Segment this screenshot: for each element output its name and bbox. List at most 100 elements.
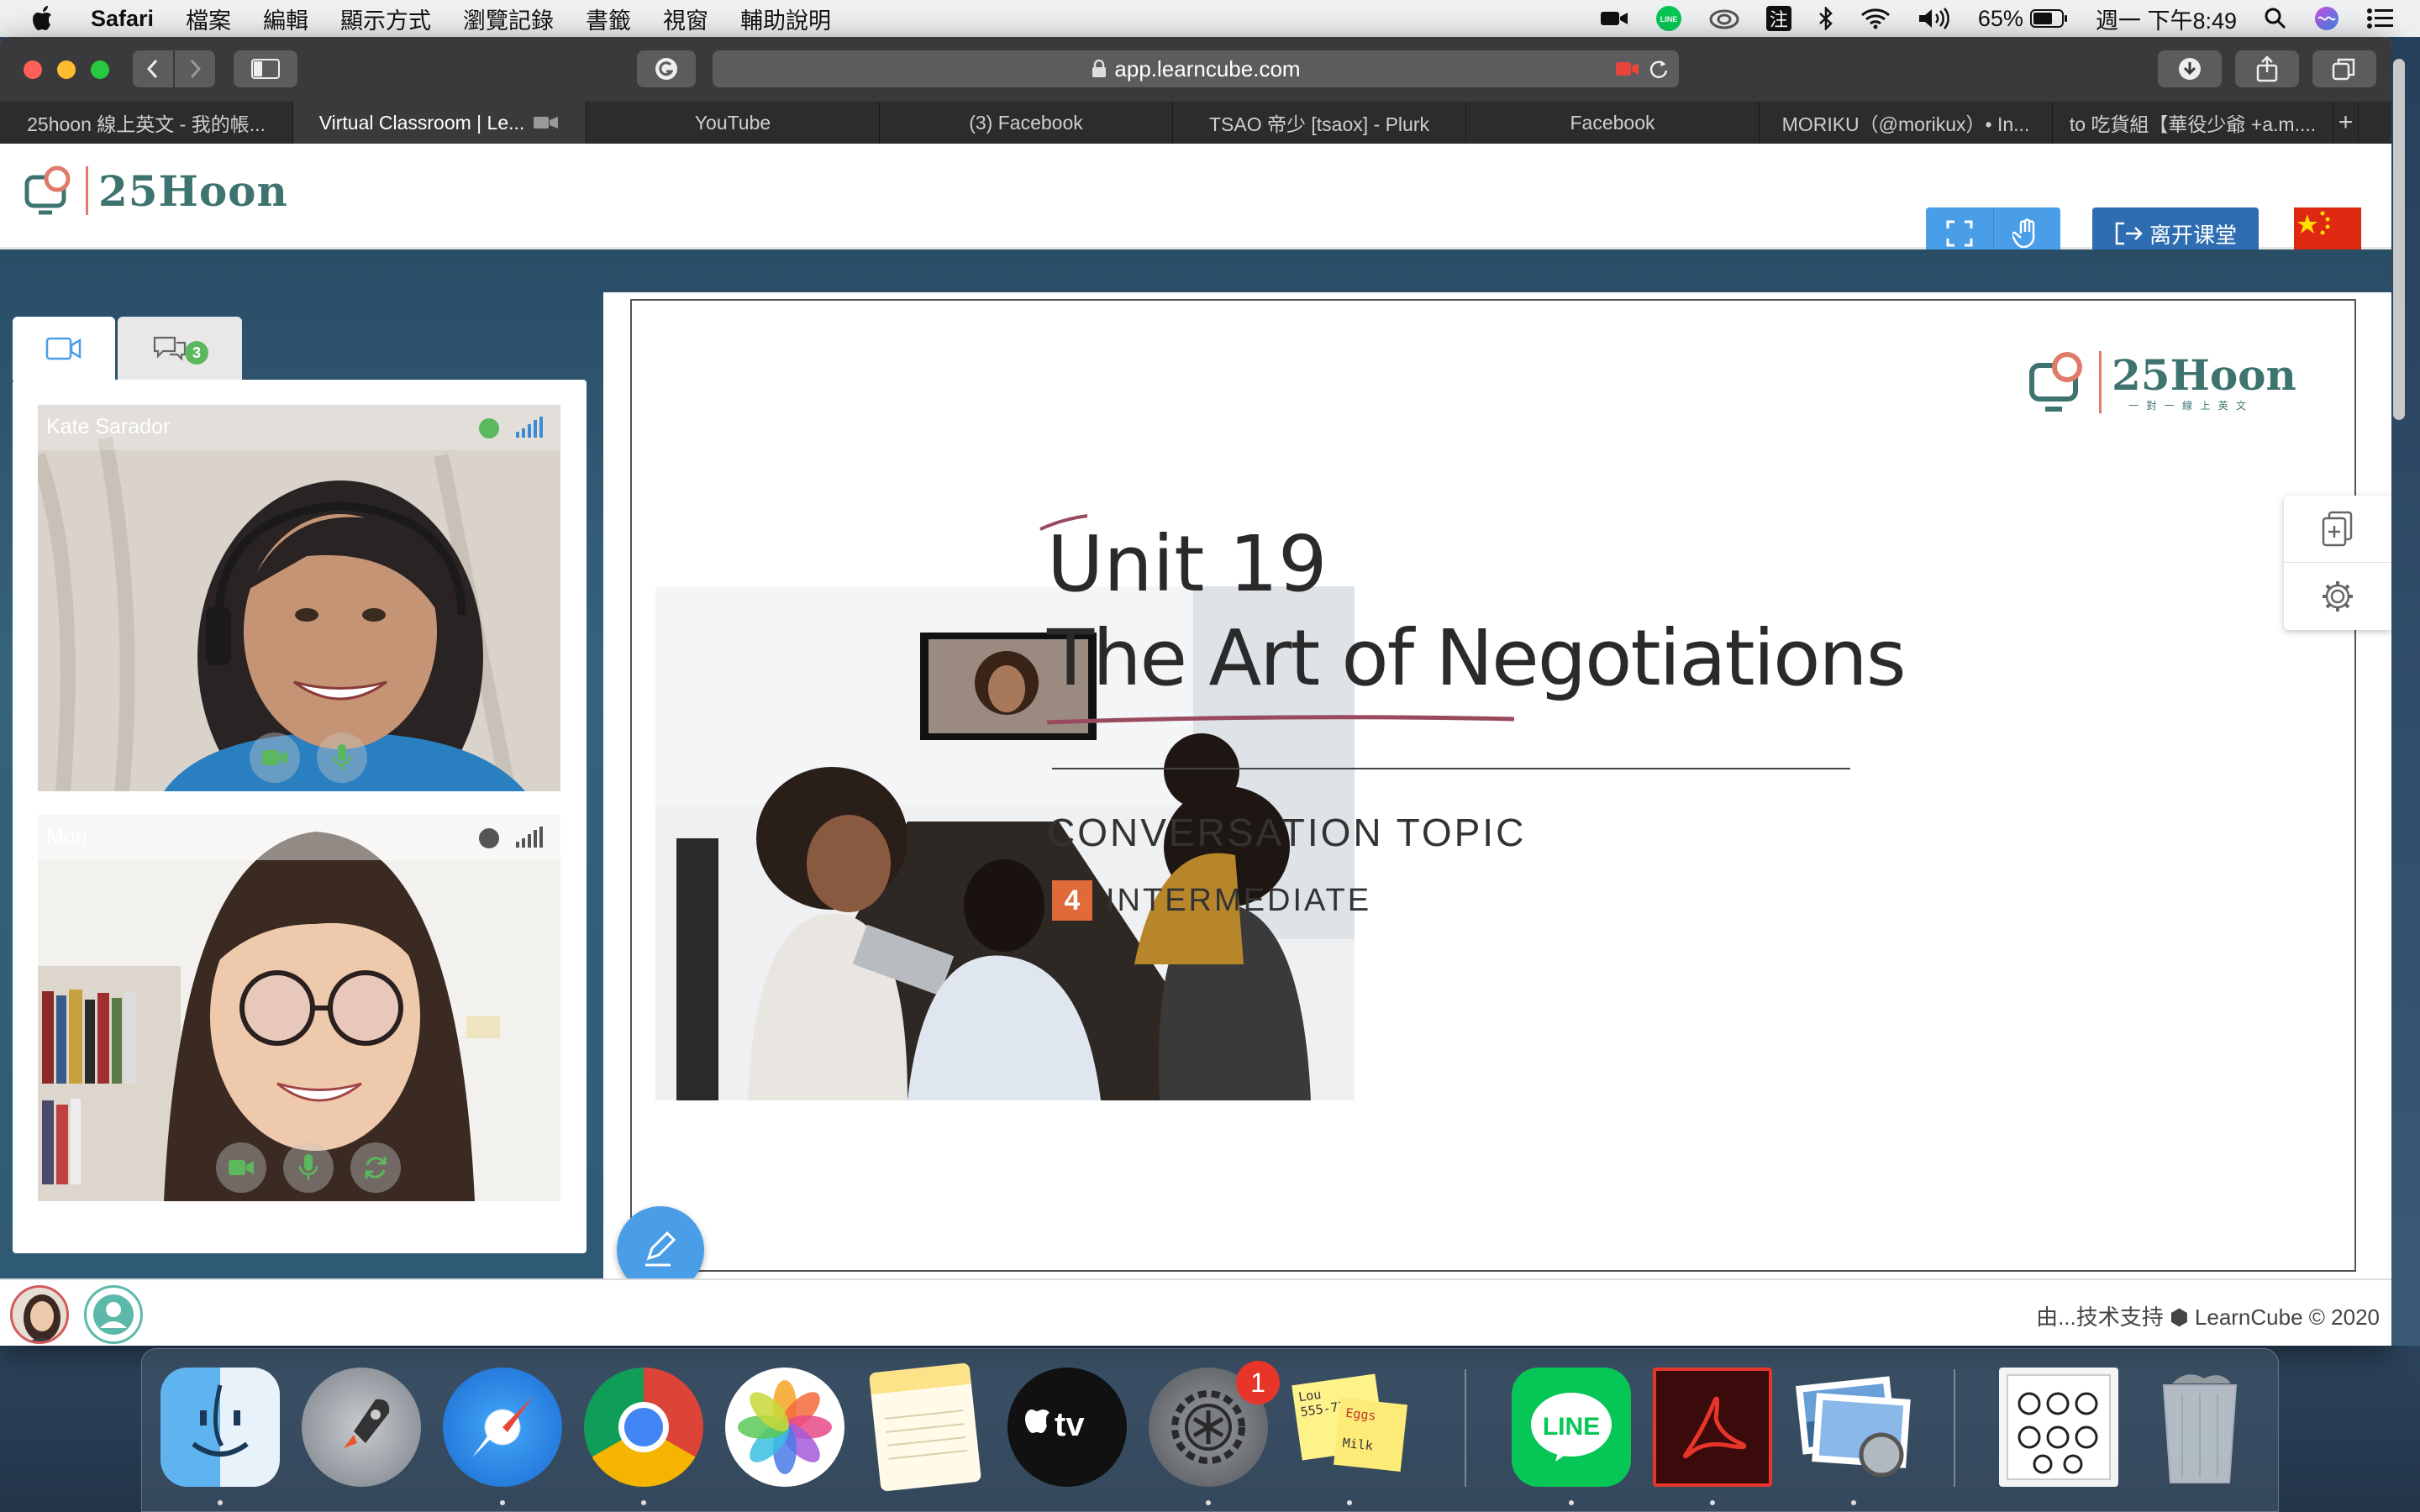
siri-icon[interactable] [2314,6,2339,31]
menu-history[interactable]: 瀏覽記錄 [463,3,554,35]
volume-icon[interactable] [1918,7,1951,30]
document-stack-icon[interactable] [1999,1368,2118,1487]
video-tile-teacher[interactable]: Kate Sarador [38,405,560,791]
browser-tab[interactable]: 25hoon 線上英文 - 我的帳... [0,102,293,144]
line-status-icon[interactable]: LINE [1655,5,1682,32]
notification-center-icon[interactable] [2366,8,2393,29]
side-tool-panel [2284,496,2391,630]
preview-icon[interactable] [1794,1368,1913,1487]
sticky-line: Eggs [1344,1404,1377,1424]
trash-icon[interactable] [2140,1368,2260,1487]
leave-classroom-label: 离开课堂 [2149,222,2237,248]
page-scrollbar[interactable] [2393,59,2405,420]
app-logo[interactable]: 25Hoon [24,165,288,216]
launchpad-icon[interactable] [302,1368,421,1487]
menu-bookmarks[interactable]: 書籤 [586,3,631,35]
participants-panel: Kate Sarador Mori [13,380,587,1253]
browser-tab-active[interactable]: Virtual Classroom | Le... [293,102,587,144]
slide-logo-tagline: 一 對 一 線 上 英 文 [2128,399,2249,412]
apple-tv-icon[interactable]: tv [1007,1368,1127,1487]
lesson-slide[interactable]: 25Hoon 一 對 一 線 上 英 文 Unit 19 The Art of … [630,299,2356,1272]
logo-monitor-icon [2029,352,2082,412]
tab-video[interactable] [13,317,115,381]
browser-tab[interactable]: TSAO 帝少 [tsaox] - Plurk [1173,102,1466,144]
add-document-button[interactable] [2284,496,2391,563]
menu-app-name[interactable]: Safari [91,6,154,32]
menu-edit[interactable]: 編輯 [263,3,308,35]
browser-toolbar: app.learncube.com [0,37,2391,102]
participant-name: Kate Sarador [46,415,171,438]
line-app-icon[interactable]: LINE [1512,1368,1631,1487]
settings-button[interactable] [2284,563,2391,630]
exit-icon [2115,222,2143,245]
battery-icon[interactable] [2029,8,2069,29]
browser-tab[interactable]: (3) Facebook [880,102,1173,144]
extension-button[interactable] [637,50,696,87]
address-bar[interactable]: app.learncube.com [713,50,1679,87]
menu-window[interactable]: 視窗 [663,3,708,35]
acrobat-icon[interactable] [1653,1368,1772,1487]
share-button[interactable] [2235,50,2299,87]
wifi-icon[interactable] [1860,8,1891,29]
whiteboard-area[interactable]: 25Hoon 一 對 一 線 上 英 文 Unit 19 The Art of … [603,292,2391,1297]
chrome-icon[interactable] [584,1368,703,1487]
toggle-mic-button[interactable] [317,732,367,783]
svg-text:tv: tv [1055,1406,1085,1443]
browser-tab[interactable]: YouTube [587,102,880,144]
bluetooth-icon[interactable] [1818,7,1833,30]
finder-icon[interactable] [160,1368,280,1487]
browser-tab[interactable]: to 吃貨組【華役少爺 +a.m.... [2053,102,2333,144]
microphone-icon [332,744,352,770]
notification-badge: 1 [1236,1361,1280,1404]
url-text: app.learncube.com [1114,55,1301,81]
browser-tab[interactable]: MORIKU（@morikux）• In... [1760,102,2053,144]
close-window-button[interactable] [24,60,42,79]
facetime-status-icon[interactable] [1600,9,1628,28]
slide-main-title: The Art of Negotiations [1047,613,1907,703]
menu-file[interactable]: 檔案 [186,3,231,35]
participant-avatar[interactable] [10,1285,69,1344]
user-photo-avatar [13,1288,66,1341]
tab-label: TSAO 帝少 [tsaox] - Plurk [1209,113,1429,135]
safari-icon[interactable] [443,1368,562,1487]
toggle-camera-button[interactable] [250,732,300,783]
toggle-mic-button[interactable] [283,1142,334,1193]
photos-icon[interactable] [725,1368,844,1487]
menu-clock[interactable]: 週一 下午8:49 [2096,3,2237,35]
teacher-video-image [38,405,560,791]
app-header: 25Hoon 离开课堂 [0,144,2391,260]
downloads-button[interactable] [2158,50,2222,87]
apple-menu-icon[interactable] [32,0,66,37]
spotlight-icon[interactable] [2264,7,2287,30]
creative-cloud-icon[interactable] [1709,8,1739,29]
microphone-icon [298,1154,318,1180]
menu-view[interactable]: 顯示方式 [340,3,431,35]
tab-chat[interactable]: 3 [118,317,242,381]
tab-label: YouTube [694,111,771,134]
zoom-window-button[interactable] [91,60,109,79]
menu-help[interactable]: 輔助說明 [740,3,831,35]
participant-avatar[interactable] [84,1285,143,1344]
logo-text: 25Hoon [98,165,288,216]
user-placeholder-icon [93,1294,134,1335]
gear-icon [2323,581,2353,612]
chat-bubbles-icon [153,336,187,361]
camera-in-use-icon[interactable] [1615,60,1640,78]
menu-bar: Safari 檔案 編輯 顯示方式 瀏覽記錄 書籤 視窗 輔助說明 LINE 注… [0,0,2420,37]
forward-button[interactable] [175,50,215,87]
level-badge: 4 INTERMEDIATE [1052,880,1371,921]
level-number: 4 [1052,880,1092,921]
minimize-window-button[interactable] [57,60,76,79]
notes-icon[interactable] [868,1362,982,1492]
sidebar-toggle-button[interactable] [234,50,297,87]
back-button[interactable] [133,50,173,87]
new-tab-button[interactable]: + [2333,102,2359,144]
browser-tab[interactable]: Facebook [1466,102,1760,144]
switch-camera-button[interactable] [350,1142,401,1193]
video-tile-student[interactable]: Mori [38,815,560,1201]
input-method-icon[interactable]: 注 [1765,6,1791,31]
reload-icon[interactable] [1647,58,1669,80]
toggle-camera-button[interactable] [216,1142,266,1193]
tab-overview-button[interactable] [2312,50,2376,87]
stickies-icon[interactable]: Lou 555-7361 Eggs Milk [1290,1368,1409,1487]
